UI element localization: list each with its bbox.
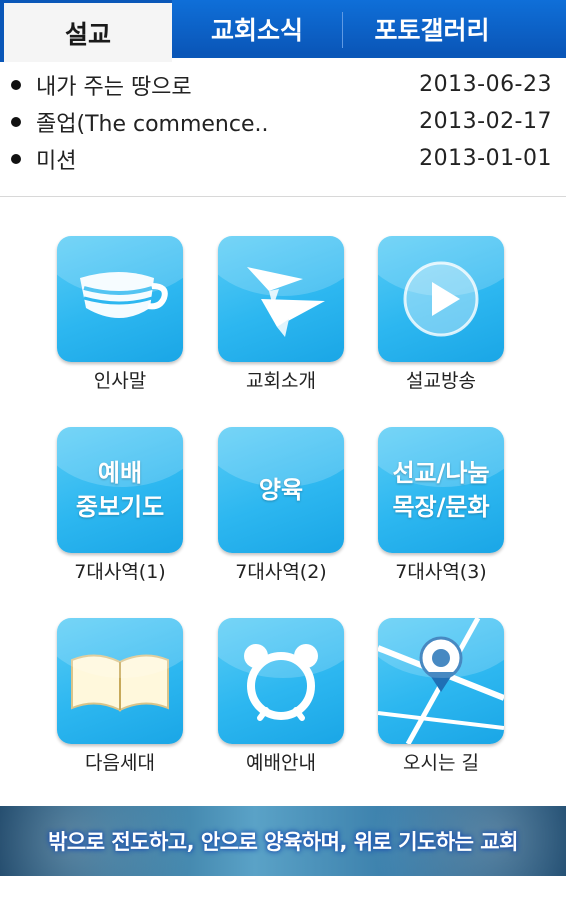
divider [0,196,566,197]
sermon-title: 졸업(The commence.. [36,111,269,137]
menu-label: 인사말 [93,370,147,392]
menu-label: 다음세대 [85,752,155,774]
menu-label: 7대사역(1) [74,561,166,583]
list-item[interactable]: 내가 주는 땅으로 2013-06-23 [0,66,566,103]
text-tile-icon[interactable]: 양육 [218,427,344,553]
bullet-icon [11,80,21,90]
alarm-clock-icon[interactable] [218,618,344,744]
map-pin-icon[interactable] [378,618,504,744]
sermon-title: 내가 주는 땅으로 [36,74,192,100]
bullet-icon [11,154,21,164]
tab-church-news[interactable]: 교회소식 [172,0,342,58]
tab-sermon[interactable]: 설교 [0,0,172,62]
tab-bar: 설교 교회소식 포토갤러리 [0,0,566,62]
list-item[interactable]: 미션 2013-01-01 [0,140,566,177]
sermon-date: 2013-01-01 [419,146,552,171]
play-icon[interactable] [378,236,504,362]
text-tile-icon[interactable]: 선교/나눔 목장/문화 [378,427,504,553]
tile-text: 양육 [258,476,304,504]
list-item[interactable]: 졸업(The commence.. 2013-02-17 [0,103,566,140]
menu-label: 예배안내 [246,752,316,774]
menu-ministry-3[interactable]: 선교/나눔 목장/문화 7대사역(3) [378,427,504,584]
menu-label: 7대사역(3) [395,561,487,583]
menu-directions[interactable]: 오시는 길 [378,618,504,775]
tile-text: 예배 중보기도 [75,459,165,521]
tile-text: 선교/나눔 목장/문화 [392,459,490,521]
menu-next-generation[interactable]: 다음세대 [57,618,183,775]
bottom-spacer [0,876,566,900]
menu-label: 7대사역(2) [235,561,327,583]
cup-icon[interactable] [57,236,183,362]
menu-sermon-broadcast[interactable]: 설교방송 [378,236,504,393]
paper-plane-icon[interactable] [218,236,344,362]
sermon-title: 미션 [36,148,77,174]
menu-worship-info[interactable]: 예배안내 [218,618,344,775]
menu-label: 교회소개 [246,370,316,392]
menu-ministry-2[interactable]: 양육 7대사역(2) [218,427,344,584]
menu-ministry-1[interactable]: 예배 중보기도 7대사역(1) [57,427,183,584]
menu-label: 오시는 길 [403,752,479,774]
book-icon[interactable] [57,618,183,744]
tab-photo-gallery[interactable]: 포토갤러리 [342,0,522,58]
bullet-icon [11,117,21,127]
sermon-date: 2013-06-23 [419,72,552,97]
menu-church-intro[interactable]: 교회소개 [218,236,344,393]
menu-greeting[interactable]: 인사말 [57,236,183,393]
slogan-banner: 밖으로 전도하고, 안으로 양육하며, 위로 기도하는 교회 [0,806,566,876]
sermon-date: 2013-02-17 [419,109,552,134]
menu-label: 설교방송 [406,370,476,392]
banner-text: 밖으로 전도하고, 안으로 양육하며, 위로 기도하는 교회 [48,830,518,854]
text-tile-icon[interactable]: 예배 중보기도 [57,427,183,553]
sermon-list: 내가 주는 땅으로 2013-06-23 졸업(The commence.. 2… [0,66,566,177]
